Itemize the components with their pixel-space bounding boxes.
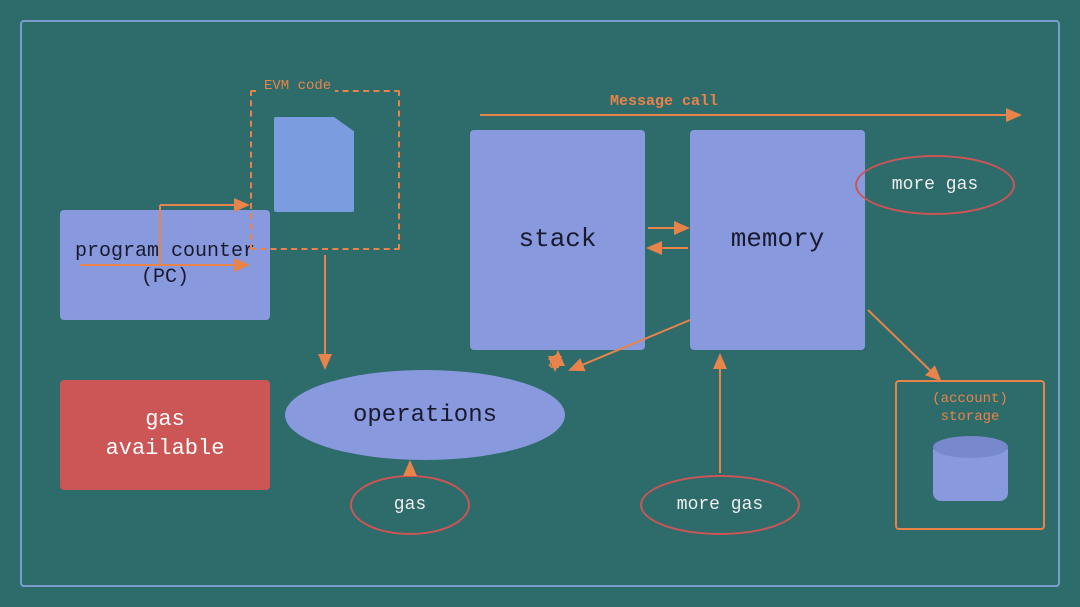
more-gas-right-label: more gas <box>892 175 978 195</box>
gas-available-box: gasavailable <box>60 380 270 490</box>
gas-ellipse: gas <box>350 475 470 535</box>
account-storage-label: (account)storage <box>932 390 1008 426</box>
more-gas-right-ellipse: more gas <box>855 155 1015 215</box>
gas-label: gas <box>394 495 426 515</box>
more-gas-bottom-ellipse: more gas <box>640 475 800 535</box>
evm-doc-icon <box>274 117 354 212</box>
account-storage-box: (account)storage <box>895 380 1045 530</box>
stack-label: stack <box>518 223 596 257</box>
evm-code-box: EVM code <box>250 90 400 250</box>
operations-label: operations <box>353 402 497 429</box>
database-icon <box>933 436 1008 501</box>
evm-code-label: EVM code <box>260 78 335 94</box>
gas-available-label: gasavailable <box>106 406 225 463</box>
operations-ellipse: operations <box>285 370 565 460</box>
memory-box: memory <box>690 130 865 350</box>
program-counter-box: program counter (PC) <box>60 210 270 320</box>
more-gas-bottom-label: more gas <box>677 495 763 515</box>
memory-label: memory <box>731 223 825 257</box>
program-counter-label: program counter (PC) <box>60 239 270 291</box>
stack-box: stack <box>470 130 645 350</box>
